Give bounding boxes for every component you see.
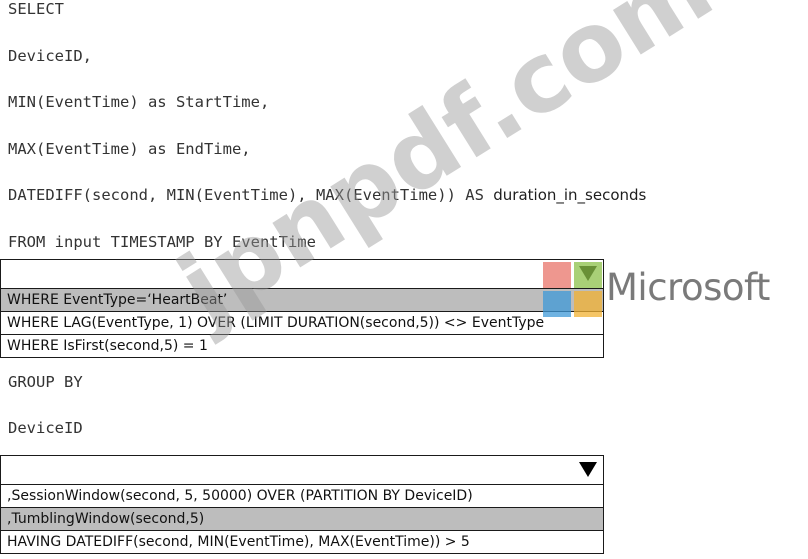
where-option-isfirst[interactable]: WHERE IsFirst(second,5) = 1 xyxy=(1,335,603,357)
code-line-datediff-text: DATEDIFF(second, MIN(EventTime), MAX(Eve… xyxy=(8,186,494,204)
code-line-endtime: MAX(EventTime) as EndTime, xyxy=(8,140,251,158)
where-dropdown[interactable]: WHERE EventType=‘HeartBeat’ WHERE LAG(Ev… xyxy=(0,259,604,358)
where-option-heartbeat[interactable]: WHERE EventType=‘HeartBeat’ xyxy=(1,289,603,312)
code-line-select: SELECT xyxy=(8,0,64,18)
code-line-datediff-tail: duration_in_seconds xyxy=(493,186,647,204)
code-line-deviceid: DeviceID, xyxy=(8,47,92,65)
code-line-groupby: GROUP BY xyxy=(8,373,83,391)
window-dropdown[interactable]: ,SessionWindow(second, 5, 50000) OVER (P… xyxy=(0,455,604,554)
logo-square-yellow xyxy=(574,291,602,317)
window-option-tumbling[interactable]: ,TumblingWindow(second,5) xyxy=(1,508,603,531)
code-line-datediff: DATEDIFF(second, MIN(EventTime), MAX(Eve… xyxy=(8,186,646,204)
code-line-deviceid-2: DeviceID xyxy=(8,419,83,437)
microsoft-logo-text: Microsoft xyxy=(606,266,770,309)
logo-square-red xyxy=(543,262,571,288)
window-option-having[interactable]: HAVING DATEDIFF(second, MIN(EventTime), … xyxy=(1,531,603,553)
microsoft-logo-icon xyxy=(543,262,603,318)
triangle-down-icon[interactable] xyxy=(579,462,597,477)
where-option-lag[interactable]: WHERE LAG(EventType, 1) OVER (LIMIT DURA… xyxy=(1,312,603,335)
where-dropdown-header[interactable] xyxy=(1,260,603,289)
window-dropdown-header[interactable] xyxy=(1,456,603,485)
code-line-starttime: MIN(EventTime) as StartTime, xyxy=(8,93,270,111)
code-line-from: FROM input TIMESTAMP BY EventTime xyxy=(8,233,316,251)
logo-square-green xyxy=(574,262,602,288)
window-option-session[interactable]: ,SessionWindow(second, 5, 50000) OVER (P… xyxy=(1,485,603,508)
logo-square-blue xyxy=(543,291,571,317)
